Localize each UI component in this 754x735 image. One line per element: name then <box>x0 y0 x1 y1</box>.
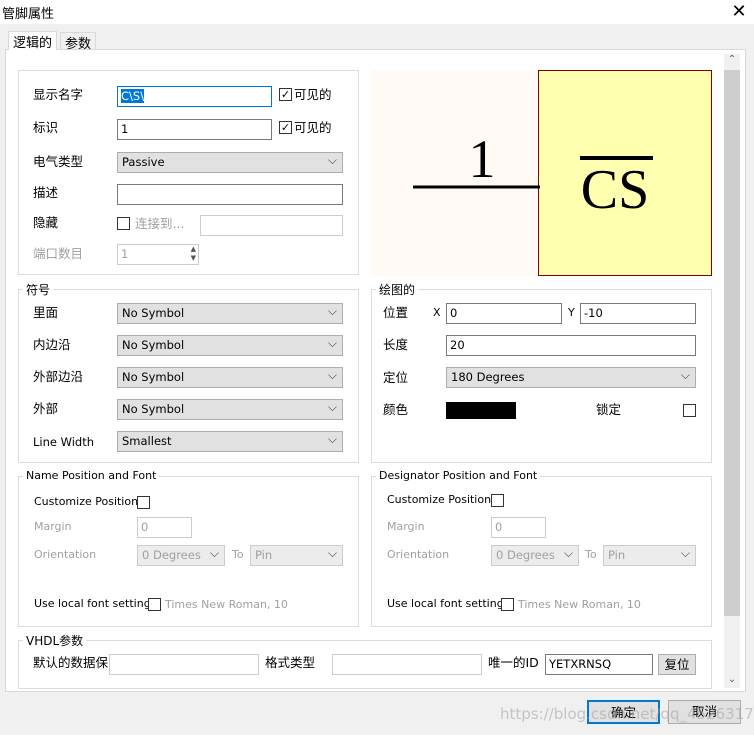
symbol-row-label: 外部 <box>33 401 59 416</box>
port-count-label: 端口数目 <box>33 246 84 261</box>
spinner-arrows-icon[interactable]: ▲ ▼ <box>191 245 196 263</box>
format-type-label: 格式类型 <box>265 655 316 670</box>
orientation-label: Orientation <box>387 548 450 561</box>
orientation-select[interactable]: 0 Degrees <box>491 545 579 566</box>
port-count-stepper[interactable]: 1 ▲ ▼ <box>117 244 199 265</box>
connect-to-input[interactable] <box>200 215 343 236</box>
symbol-select[interactable]: No Symbol <box>117 335 343 356</box>
electrical-type-select[interactable]: Passive <box>117 152 343 173</box>
y-label: Y <box>568 306 575 319</box>
tab-parameters[interactable]: 参数 <box>60 32 97 52</box>
scrollbar-thumb[interactable] <box>724 70 740 616</box>
vhdl-legend: VHDL参数 <box>23 632 87 649</box>
scroll-down-icon[interactable]: ⌄ <box>724 674 740 685</box>
locked-checkbox[interactable] <box>683 404 696 417</box>
orientation-select[interactable]: 0 Degrees <box>137 545 225 566</box>
default-value-label: 默认的数据保 <box>33 655 109 670</box>
symbol-row-label: 内边沿 <box>33 337 71 352</box>
graphical-legend: 绘图的 <box>376 281 419 298</box>
to-select[interactable]: Pin <box>603 545 696 566</box>
pin-preview: 1 CS <box>371 70 713 276</box>
locked-label: 锁定 <box>596 402 622 417</box>
length-label: 长度 <box>383 337 409 352</box>
color-label: 颜色 <box>383 402 409 417</box>
x-input[interactable]: 0 <box>446 303 562 324</box>
reset-button[interactable]: 复位 <box>658 654 696 675</box>
use-local-font-checkbox[interactable] <box>148 598 161 611</box>
location-label: 位置 <box>383 305 409 320</box>
tab-logical[interactable]: 逻辑的 <box>8 31 58 51</box>
y-input[interactable]: -10 <box>580 303 696 324</box>
margin-label: Margin <box>34 520 72 533</box>
customize-position-checkbox[interactable] <box>137 496 150 509</box>
use-local-font-label: Use local font setting <box>34 597 151 610</box>
scroll-up-icon[interactable]: ⌃ <box>724 54 740 65</box>
margin-input[interactable]: 0 <box>491 517 546 538</box>
close-icon[interactable]: ✕ <box>728 1 750 22</box>
watermark: https://blog.csdn.net/qq_45263176 <box>500 705 754 723</box>
pin-name-text: CS <box>581 159 650 221</box>
unique-id-input[interactable]: YETXRNSQ <box>545 654 653 675</box>
display-name-label: 显示名字 <box>33 87 84 102</box>
symbol-select[interactable]: No Symbol <box>117 399 343 420</box>
orientation-label: 定位 <box>383 370 409 385</box>
font-value: Times New Roman, 10 <box>165 598 288 611</box>
designator-pos-legend: Designator Position and Font <box>376 469 541 482</box>
symbol-row-label: 外部边沿 <box>33 369 84 384</box>
display-name-visible-checkbox[interactable]: ✓ <box>279 88 292 101</box>
length-input[interactable]: 20 <box>446 335 696 356</box>
designator-input[interactable]: 1 <box>117 119 272 140</box>
customize-position-label: Customize Position <box>34 495 139 508</box>
hidden-label: 隐藏 <box>33 215 59 230</box>
symbol-select[interactable]: Smallest <box>117 431 343 452</box>
electrical-type-label: 电气类型 <box>33 154 84 169</box>
color-swatch[interactable] <box>446 402 516 419</box>
symbol-row-label: 里面 <box>33 305 59 320</box>
designator-label: 标识 <box>33 120 59 135</box>
margin-input[interactable]: 0 <box>137 517 192 538</box>
font-value: Times New Roman, 10 <box>518 598 641 611</box>
designator-visible-checkbox[interactable]: ✓ <box>279 121 292 134</box>
customize-position-label: Customize Position <box>387 493 492 506</box>
display-name-input[interactable]: C\S\ <box>117 86 272 107</box>
to-label: To <box>585 548 597 561</box>
designator-visible-label: 可见的 <box>294 120 332 135</box>
symbol-select[interactable]: No Symbol <box>117 367 343 388</box>
format-type-input[interactable] <box>332 654 482 675</box>
x-label: X <box>433 306 441 319</box>
title-bar <box>0 0 754 24</box>
description-input[interactable] <box>117 184 343 205</box>
pin-designator-text: 1 <box>469 129 496 189</box>
name-pos-legend: Name Position and Font <box>23 469 160 482</box>
port-count-value: 1 <box>121 247 129 261</box>
unique-id-label: 唯一的ID <box>488 655 539 670</box>
symbol-select[interactable]: No Symbol <box>117 303 343 324</box>
display-name-visible-label: 可见的 <box>294 87 332 102</box>
window-title: 管脚属性 <box>2 7 55 22</box>
hidden-checkbox[interactable] <box>117 217 130 230</box>
use-local-font-checkbox[interactable] <box>501 598 514 611</box>
description-label: 描述 <box>33 185 59 200</box>
connect-to-label: 连接到... <box>135 216 185 231</box>
orientation-select[interactable]: 180 Degrees <box>446 367 696 388</box>
symbol-row-label: Line Width <box>33 435 95 449</box>
symbols-legend: 符号 <box>23 281 54 298</box>
use-local-font-label: Use local font setting <box>387 597 504 610</box>
margin-label: Margin <box>387 520 425 533</box>
to-select[interactable]: Pin <box>250 545 343 566</box>
display-name-value: C\S\ <box>121 89 145 103</box>
orientation-label: Orientation <box>34 548 97 561</box>
customize-position-checkbox[interactable] <box>491 494 504 507</box>
default-value-input[interactable] <box>109 654 259 675</box>
to-label: To <box>232 548 244 561</box>
